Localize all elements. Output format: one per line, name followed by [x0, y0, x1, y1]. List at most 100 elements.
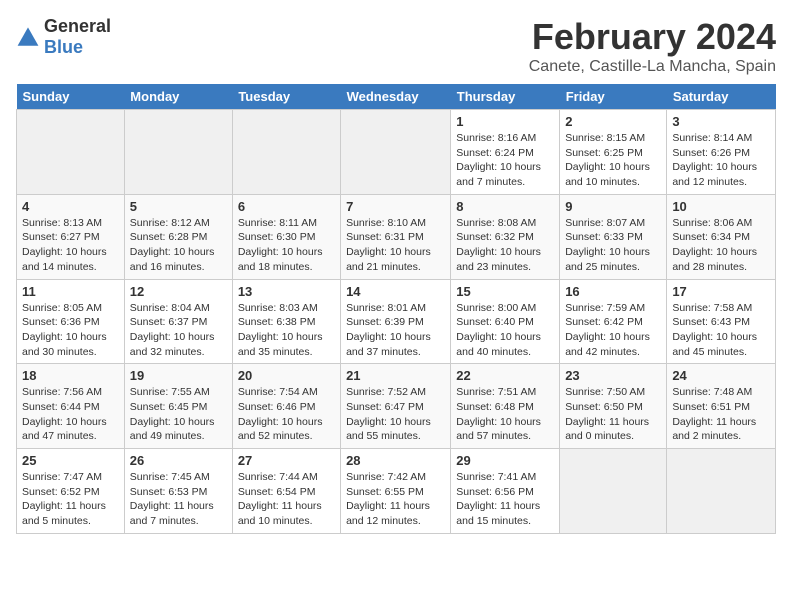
day-number: 5	[130, 199, 227, 214]
day-number: 14	[346, 284, 445, 299]
day-info: Sunrise: 7:48 AMSunset: 6:51 PMDaylight:…	[672, 385, 770, 444]
page-header: General Blue February 2024 Canete, Casti…	[16, 16, 776, 76]
day-info: Sunrise: 8:11 AMSunset: 6:30 PMDaylight:…	[238, 216, 335, 275]
day-number: 2	[565, 114, 661, 129]
logo-icon	[16, 25, 40, 49]
day-info: Sunrise: 8:00 AMSunset: 6:40 PMDaylight:…	[456, 301, 554, 360]
calendar-week-row: 18 Sunrise: 7:56 AMSunset: 6:44 PMDayligh…	[17, 364, 776, 449]
day-number: 8	[456, 199, 554, 214]
day-info: Sunrise: 7:45 AMSunset: 6:53 PMDaylight:…	[130, 470, 227, 529]
calendar-cell: 3 Sunrise: 8:14 AMSunset: 6:26 PMDaylight…	[667, 110, 776, 195]
day-number: 18	[22, 368, 119, 383]
day-info: Sunrise: 8:12 AMSunset: 6:28 PMDaylight:…	[130, 216, 227, 275]
day-info: Sunrise: 7:59 AMSunset: 6:42 PMDaylight:…	[565, 301, 661, 360]
day-info: Sunrise: 8:08 AMSunset: 6:32 PMDaylight:…	[456, 216, 554, 275]
day-info: Sunrise: 7:55 AMSunset: 6:45 PMDaylight:…	[130, 385, 227, 444]
calendar-cell: 19 Sunrise: 7:55 AMSunset: 6:45 PMDayligh…	[124, 364, 232, 449]
day-number: 4	[22, 199, 119, 214]
day-number: 21	[346, 368, 445, 383]
day-number: 22	[456, 368, 554, 383]
calendar-cell: 1 Sunrise: 8:16 AMSunset: 6:24 PMDaylight…	[451, 110, 560, 195]
day-number: 9	[565, 199, 661, 214]
calendar-cell: 27Sunrise: 7:44 AMSunset: 6:54 PMDayligh…	[232, 449, 340, 534]
calendar-cell	[667, 449, 776, 534]
day-info: Sunrise: 7:41 AMSunset: 6:56 PMDaylight:…	[456, 470, 554, 529]
day-number: 7	[346, 199, 445, 214]
calendar-cell: 15 Sunrise: 8:00 AMSunset: 6:40 PMDayligh…	[451, 279, 560, 364]
calendar-cell: 26 Sunrise: 7:45 AMSunset: 6:53 PMDayligh…	[124, 449, 232, 534]
day-number: 10	[672, 199, 770, 214]
calendar-cell: 10 Sunrise: 8:06 AMSunset: 6:34 PMDayligh…	[667, 194, 776, 279]
day-number: 20	[238, 368, 335, 383]
calendar-cell: 22 Sunrise: 7:51 AMSunset: 6:48 PMDayligh…	[451, 364, 560, 449]
calendar-cell: 24 Sunrise: 7:48 AMSunset: 6:51 PMDayligh…	[667, 364, 776, 449]
day-info: Sunrise: 7:50 AMSunset: 6:50 PMDaylight:…	[565, 385, 661, 444]
day-number: 16	[565, 284, 661, 299]
calendar-cell: 11Sunrise: 8:05 AMSunset: 6:36 PMDayligh…	[17, 279, 125, 364]
day-header-sunday: Sunday	[17, 84, 125, 110]
day-number: 25	[22, 453, 119, 468]
day-info: Sunrise: 8:04 AMSunset: 6:37 PMDaylight:…	[130, 301, 227, 360]
calendar-cell: 21 Sunrise: 7:52 AMSunset: 6:47 PMDayligh…	[341, 364, 451, 449]
calendar-cell	[560, 449, 667, 534]
day-info: Sunrise: 7:47 AMSunset: 6:52 PMDaylight:…	[22, 470, 119, 529]
day-info: Sunrise: 8:15 AMSunset: 6:25 PMDaylight:…	[565, 131, 661, 190]
day-header-thursday: Thursday	[451, 84, 560, 110]
day-number: 24	[672, 368, 770, 383]
calendar-header-row: SundayMondayTuesdayWednesdayThursdayFrid…	[17, 84, 776, 110]
day-info: Sunrise: 7:42 AMSunset: 6:55 PMDaylight:…	[346, 470, 445, 529]
day-header-friday: Friday	[560, 84, 667, 110]
day-number: 17	[672, 284, 770, 299]
day-number: 15	[456, 284, 554, 299]
day-number: 19	[130, 368, 227, 383]
day-info: Sunrise: 8:10 AMSunset: 6:31 PMDaylight:…	[346, 216, 445, 275]
day-number: 11	[22, 284, 119, 299]
day-info: Sunrise: 8:14 AMSunset: 6:26 PMDaylight:…	[672, 131, 770, 190]
calendar-cell	[17, 110, 125, 195]
day-info: Sunrise: 7:54 AMSunset: 6:46 PMDaylight:…	[238, 385, 335, 444]
calendar-cell: 23Sunrise: 7:50 AMSunset: 6:50 PMDayligh…	[560, 364, 667, 449]
calendar-week-row: 4Sunrise: 8:13 AMSunset: 6:27 PMDaylight…	[17, 194, 776, 279]
day-info: Sunrise: 8:16 AMSunset: 6:24 PMDaylight:…	[456, 131, 554, 190]
calendar-week-row: 11Sunrise: 8:05 AMSunset: 6:36 PMDayligh…	[17, 279, 776, 364]
calendar-cell: 6 Sunrise: 8:11 AMSunset: 6:30 PMDaylight…	[232, 194, 340, 279]
calendar-subtitle: Canete, Castille-La Mancha, Spain	[529, 58, 776, 76]
day-info: Sunrise: 7:52 AMSunset: 6:47 PMDaylight:…	[346, 385, 445, 444]
day-header-tuesday: Tuesday	[232, 84, 340, 110]
day-number: 12	[130, 284, 227, 299]
calendar-table: SundayMondayTuesdayWednesdayThursdayFrid…	[16, 84, 776, 534]
day-info: Sunrise: 7:56 AMSunset: 6:44 PMDaylight:…	[22, 385, 119, 444]
day-number: 6	[238, 199, 335, 214]
calendar-cell: 2 Sunrise: 8:15 AMSunset: 6:25 PMDaylight…	[560, 110, 667, 195]
calendar-cell: 7 Sunrise: 8:10 AMSunset: 6:31 PMDaylight…	[341, 194, 451, 279]
day-info: Sunrise: 8:01 AMSunset: 6:39 PMDaylight:…	[346, 301, 445, 360]
day-info: Sunrise: 8:07 AMSunset: 6:33 PMDaylight:…	[565, 216, 661, 275]
calendar-cell	[232, 110, 340, 195]
day-header-saturday: Saturday	[667, 84, 776, 110]
calendar-cell: 9 Sunrise: 8:07 AMSunset: 6:33 PMDaylight…	[560, 194, 667, 279]
day-info: Sunrise: 7:51 AMSunset: 6:48 PMDaylight:…	[456, 385, 554, 444]
calendar-cell: 13 Sunrise: 8:03 AMSunset: 6:38 PMDayligh…	[232, 279, 340, 364]
logo-blue: Blue	[44, 37, 83, 57]
logo: General Blue	[16, 16, 111, 58]
calendar-cell: 18 Sunrise: 7:56 AMSunset: 6:44 PMDayligh…	[17, 364, 125, 449]
logo-general: General	[44, 16, 111, 36]
day-number: 13	[238, 284, 335, 299]
calendar-cell	[124, 110, 232, 195]
day-info: Sunrise: 7:58 AMSunset: 6:43 PMDaylight:…	[672, 301, 770, 360]
calendar-title: February 2024	[529, 16, 776, 58]
day-number: 1	[456, 114, 554, 129]
day-info: Sunrise: 8:03 AMSunset: 6:38 PMDaylight:…	[238, 301, 335, 360]
calendar-cell: 20 Sunrise: 7:54 AMSunset: 6:46 PMDayligh…	[232, 364, 340, 449]
calendar-cell: 4Sunrise: 8:13 AMSunset: 6:27 PMDaylight…	[17, 194, 125, 279]
day-number: 29	[456, 453, 554, 468]
calendar-week-row: 1 Sunrise: 8:16 AMSunset: 6:24 PMDaylight…	[17, 110, 776, 195]
calendar-cell: 25 Sunrise: 7:47 AMSunset: 6:52 PMDayligh…	[17, 449, 125, 534]
day-info: Sunrise: 7:44 AMSunset: 6:54 PMDaylight:…	[238, 470, 335, 529]
day-header-monday: Monday	[124, 84, 232, 110]
calendar-cell: 29 Sunrise: 7:41 AMSunset: 6:56 PMDayligh…	[451, 449, 560, 534]
day-header-wednesday: Wednesday	[341, 84, 451, 110]
day-info: Sunrise: 8:06 AMSunset: 6:34 PMDaylight:…	[672, 216, 770, 275]
day-number: 3	[672, 114, 770, 129]
day-number: 26	[130, 453, 227, 468]
